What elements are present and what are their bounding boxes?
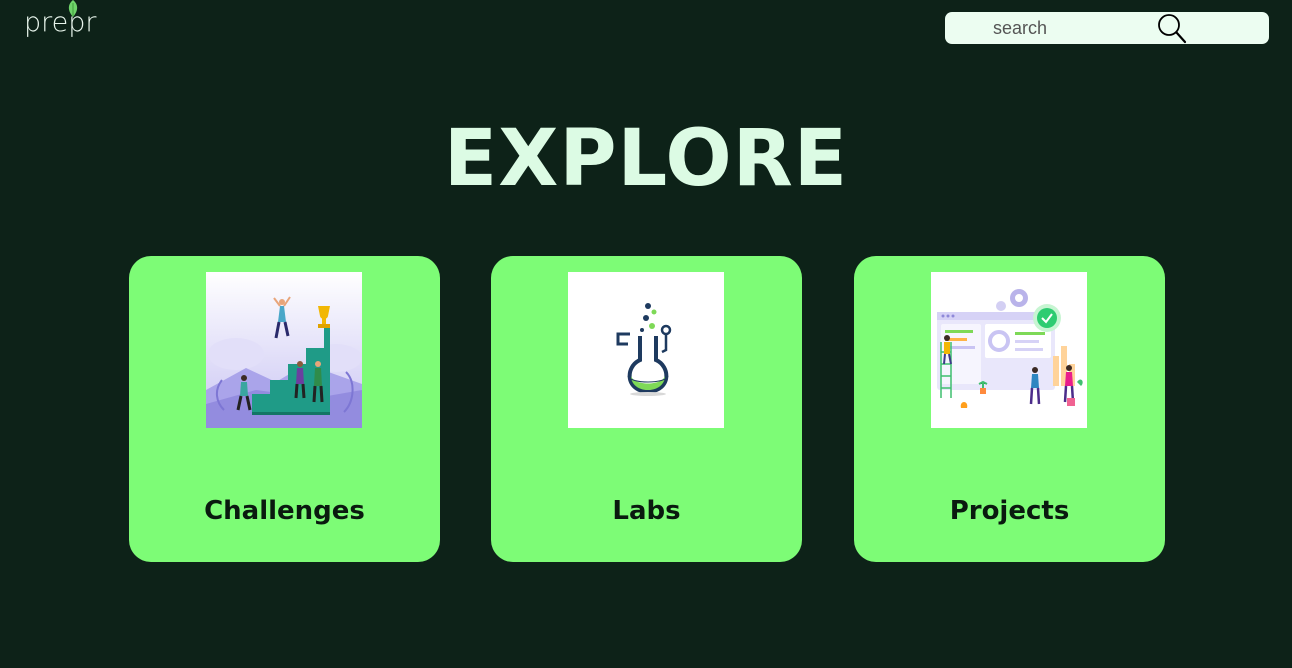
page-title: EXPLORE (443, 114, 849, 204)
prepr-logo[interactable]: prepr (24, 0, 108, 44)
projects-label: Projects (949, 496, 1070, 526)
labs-label: Labs (612, 496, 681, 526)
challenges-illustration (206, 272, 362, 428)
labs-card[interactable]: Labs (491, 256, 802, 562)
labs-illustration (568, 272, 724, 428)
challenges-image (206, 272, 362, 428)
challenges-label: Challenges (204, 496, 365, 526)
projects-card[interactable]: Projects (854, 256, 1165, 562)
labs-image (568, 272, 724, 428)
logo-text: prepr (24, 7, 97, 38)
projects-image (931, 272, 1087, 428)
challenges-card[interactable]: Challenges (129, 256, 440, 562)
projects-illustration (931, 272, 1087, 428)
search-icon[interactable] (1156, 13, 1188, 44)
search-bar (945, 12, 1269, 44)
